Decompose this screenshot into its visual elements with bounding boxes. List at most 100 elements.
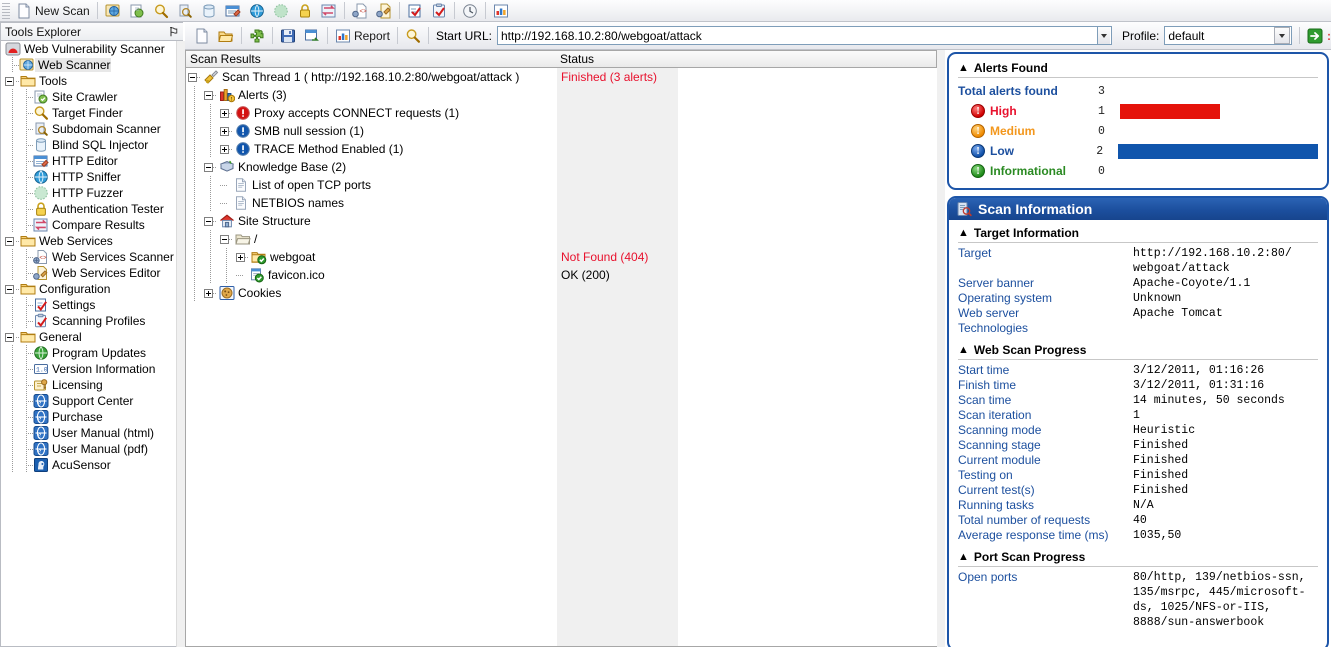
start-url-dropdown-button[interactable] (1098, 26, 1112, 45)
sidebar-item-subdomain-scanner[interactable]: Subdomain Scanner (1, 121, 183, 137)
tools-explorer-scrollbar[interactable] (176, 41, 185, 647)
tree-guide-line (12, 201, 13, 217)
collapse-icon[interactable] (220, 235, 229, 244)
toolbar-scanning-profiles-button[interactable] (427, 1, 451, 21)
sidebar-item-http-fuzzer[interactable]: HTTP Fuzzer (1, 185, 183, 201)
sidebar-item-acusensor[interactable]: AcuSensor (1, 457, 183, 473)
sidebar-item-web-services-scanner[interactable]: <>Web Services Scanner (1, 249, 183, 265)
alert-count: 3 (1098, 85, 1120, 98)
sidebar-item-licensing[interactable]: Licensing (1, 377, 183, 393)
profile-select[interactable]: default (1164, 26, 1292, 45)
expand-icon[interactable] (204, 289, 213, 298)
sidebar-item-blind-sql-injector[interactable]: Blind SQL Injector (1, 137, 183, 153)
column-header-scan-results[interactable]: Scan Results (185, 50, 557, 68)
sidebar-item-user-manual-pdf[interactable]: eUser Manual (pdf) (1, 441, 183, 457)
profile-dropdown-button[interactable] (1274, 27, 1290, 44)
toolbar-http-sniffer-button[interactable] (245, 1, 269, 21)
toolbar-web-services-scanner-button[interactable]: <> (348, 1, 372, 21)
toolbar-settings-button[interactable] (403, 1, 427, 21)
sidebar-item-compare-results[interactable]: Compare Results (1, 217, 183, 233)
table-row[interactable]: Proxy accepts CONNECT requests (1) (186, 104, 937, 122)
sidebar-item-label: Purchase (49, 410, 103, 424)
alerts-found-section-header[interactable]: ▲ Alerts Found (958, 61, 1318, 78)
section-header-target-information[interactable]: ▲Target Information (958, 226, 1318, 243)
toolbar-scheduler-button[interactable] (458, 1, 482, 21)
table-row[interactable]: Knowledge Base (2) (186, 158, 937, 176)
sidebar-item-site-crawler[interactable]: Site Crawler (1, 89, 183, 105)
toolbar-site-crawler-button[interactable] (125, 1, 149, 21)
column-header-status[interactable]: Status (556, 50, 678, 68)
table-row[interactable]: webgoatNot Found (404) (186, 248, 937, 266)
pin-icon[interactable]: ⚐ (168, 25, 179, 39)
sidebar-item-tools[interactable]: Tools (1, 73, 183, 89)
sidebar-item-web-vulnerability-scanner[interactable]: Web Vulnerability Scanner (1, 41, 183, 57)
collapse-icon[interactable] (188, 73, 197, 82)
add-scan-button[interactable] (245, 26, 269, 46)
save-disk-icon (280, 28, 296, 44)
table-row[interactable]: favicon.icoOK (200) (186, 266, 937, 284)
toolbar-web-scanner-button[interactable] (101, 1, 125, 21)
section-header-port-scan-progress[interactable]: ▲Port Scan Progress (958, 550, 1318, 567)
sidebar-item-version-information[interactable]: 1.0Version Information (1, 361, 183, 377)
new-scan-small-button[interactable] (190, 26, 214, 46)
toolbar-compare-results-button[interactable] (317, 1, 341, 21)
sidebar-item-target-finder[interactable]: Target Finder (1, 105, 183, 121)
toolbar-http-editor-button[interactable] (221, 1, 245, 21)
sidebar-item-program-updates[interactable]: Program Updates (1, 345, 183, 361)
toolbar-http-fuzzer-button[interactable] (269, 1, 293, 21)
expand-icon[interactable] (236, 253, 245, 262)
sidebar-item-purchase[interactable]: ePurchase (1, 409, 183, 425)
toolbar-target-finder-button[interactable] (149, 1, 173, 21)
sidebar-item-user-manual-html[interactable]: eUser Manual (html) (1, 425, 183, 441)
table-row[interactable]: NETBIOS names (186, 194, 937, 212)
new-scan-button[interactable]: New Scan (12, 1, 94, 21)
collapse-icon[interactable] (204, 91, 213, 100)
toolbar-blind-sql-injector-button[interactable] (197, 1, 221, 21)
scan-search-button[interactable] (401, 26, 425, 46)
expand-icon[interactable] (220, 127, 229, 136)
save-scan-button[interactable] (276, 26, 300, 46)
table-row[interactable]: Scan Thread 1 ( http://192.168.10.2:80/w… (186, 68, 937, 86)
sidebar-item-web-scanner[interactable]: Web Scanner (1, 57, 183, 73)
sidebar-item-settings[interactable]: Settings (1, 297, 183, 313)
info-key: Start time (958, 363, 1133, 378)
sidebar-item-web-services-editor[interactable]: Web Services Editor (1, 265, 183, 281)
sidebar-item-http-editor[interactable]: HTTP Editor (1, 153, 183, 169)
sidebar-item-general[interactable]: General (1, 329, 183, 345)
report-button[interactable]: Report (331, 26, 394, 46)
scan-toolbar-sep-3 (327, 27, 328, 44)
open-scan-button[interactable] (214, 26, 238, 46)
collapse-icon[interactable] (5, 333, 14, 342)
start-url-input[interactable] (497, 26, 1098, 45)
table-row[interactable]: SMB null session (1) (186, 122, 937, 140)
collapse-icon[interactable] (5, 77, 14, 86)
table-row[interactable]: TRACE Method Enabled (1) (186, 140, 937, 158)
collapse-icon[interactable] (5, 237, 14, 246)
expand-icon[interactable] (220, 109, 229, 118)
collapse-icon[interactable] (5, 285, 14, 294)
save-as-button[interactable] (300, 26, 324, 46)
sidebar-item-authentication-tester[interactable]: Authentication Tester (1, 201, 183, 217)
sidebar-item-support-center[interactable]: eSupport Center (1, 393, 183, 409)
sidebar-item-configuration[interactable]: Configuration (1, 281, 183, 297)
sidebar-item-scanning-profiles[interactable]: Scanning Profiles (1, 313, 183, 329)
table-row[interactable]: List of open TCP ports (186, 176, 937, 194)
collapse-icon[interactable] (204, 163, 213, 172)
table-row[interactable]: / (186, 230, 937, 248)
expand-icon[interactable] (220, 145, 229, 154)
toolbar-subdomain-scanner-button[interactable] (173, 1, 197, 21)
sidebar-item-label: User Manual (pdf) (49, 442, 148, 456)
table-row[interactable]: !Alerts (3) (186, 86, 937, 104)
start-scan-button[interactable] (1303, 26, 1327, 46)
toolbar-authentication-tester-button[interactable] (293, 1, 317, 21)
table-row[interactable]: Cookies (186, 284, 937, 302)
tree-guide-line (12, 153, 13, 169)
sidebar-item-web-services[interactable]: Web Services (1, 233, 183, 249)
toolbar-reporter-button[interactable] (489, 1, 513, 21)
sidebar-item-http-sniffer[interactable]: HTTP Sniffer (1, 169, 183, 185)
table-row[interactable]: Site Structure (186, 212, 937, 230)
toolbar-web-services-editor-button[interactable] (372, 1, 396, 21)
collapse-icon[interactable] (204, 217, 213, 226)
section-header-web-scan-progress[interactable]: ▲Web Scan Progress (958, 343, 1318, 360)
toolbar-grip[interactable] (2, 3, 10, 19)
